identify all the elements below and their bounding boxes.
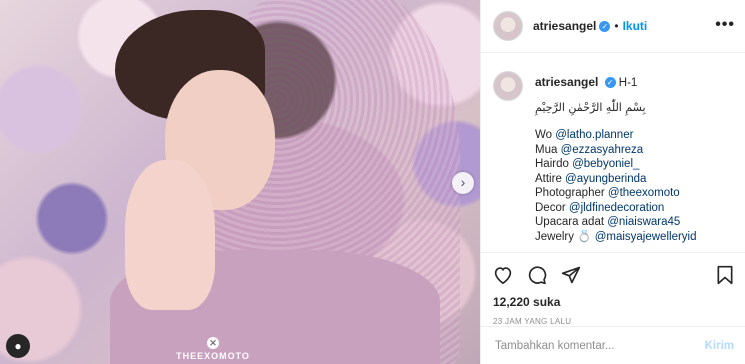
caption-arabic: بِسْمِ اللّٰهِ الرَّحْمٰنِ الرَّحِيْمِ	[535, 100, 646, 114]
credit-line: Hairdo @bebyoniel_	[535, 157, 697, 172]
heart-icon[interactable]	[493, 266, 513, 284]
credit-label: Photographer	[535, 187, 605, 199]
share-icon[interactable]	[561, 265, 581, 285]
more-options-icon[interactable]: •••	[715, 16, 735, 34]
post-side-panel: atriesangel ✓ • Ikuti ••• atriesangel ✓ …	[480, 0, 745, 364]
credit-handle[interactable]: @niaiswara45	[607, 216, 680, 228]
post-photo[interactable]: ✕ THEEXOMOTO › ●	[0, 0, 480, 364]
photo-hands	[125, 160, 215, 310]
credit-handle[interactable]: @latho.planner	[555, 129, 633, 141]
credit-label: Attire	[535, 172, 562, 185]
credit-handle[interactable]: @maisyajewelleryid	[595, 231, 697, 243]
action-icons	[481, 253, 745, 289]
instagram-post: ✕ THEEXOMOTO › ● atriesangel ✓ • Ikuti •…	[0, 0, 745, 364]
photo-watermark: ✕ THEEXOMOTO	[158, 337, 268, 361]
credit-label: Upacara adat	[535, 216, 605, 228]
next-photo-button[interactable]: ›	[452, 172, 474, 194]
credit-line: Wo @latho.planner	[535, 128, 697, 143]
chevron-right-icon: ›	[460, 174, 466, 190]
header-username[interactable]: atriesangel	[533, 19, 596, 33]
credit-handle[interactable]: @ayungberinda	[565, 173, 646, 185]
credit-label: Hairdo	[535, 158, 569, 170]
credit-line: Decor @jldfinedecoration	[535, 201, 697, 216]
credit-line: Attire @ayungberinda	[535, 172, 697, 187]
credit-handle[interactable]: @jldfinedecoration	[569, 202, 664, 214]
x-icon: ✕	[207, 337, 219, 349]
header-separator: •	[614, 19, 619, 33]
credit-line: Mua @ezzasyahreza	[535, 143, 697, 158]
tagged-users-button[interactable]: ●	[6, 334, 30, 358]
caption-credits: Wo @latho.planner Mua @ezzasyahreza Hair…	[535, 128, 697, 244]
post-header: atriesangel ✓ • Ikuti •••	[481, 0, 745, 53]
watermark-text: THEEXOMOTO	[176, 351, 250, 361]
credit-line: Upacara adat @niaiswara45	[535, 215, 697, 230]
caption-username[interactable]: atriesangel	[535, 75, 598, 89]
comment-bar: Kirim	[481, 326, 745, 364]
verified-badge-icon: ✓	[599, 20, 611, 32]
caption-first-line: atriesangel ✓ H-1	[535, 75, 697, 91]
comment-input[interactable]	[493, 338, 705, 353]
bookmark-icon[interactable]	[716, 265, 734, 285]
caption-text: H-1	[618, 77, 638, 89]
verified-badge-icon: ✓	[604, 77, 616, 89]
credit-handle[interactable]: @ezzasyahreza	[561, 144, 644, 156]
send-comment-button[interactable]: Kirim	[705, 340, 734, 352]
post-caption: atriesangel ✓ H-1 بِسْمِ اللّٰهِ الرَّحْ…	[481, 53, 745, 244]
caption-avatar[interactable]	[493, 71, 523, 101]
comment-icon[interactable]	[527, 265, 547, 285]
credit-line: Photographer @theexomoto	[535, 186, 697, 201]
credit-label: Wo	[535, 129, 553, 141]
credit-label: Jewelry 💍	[535, 230, 592, 243]
credit-line: Jewelry 💍 @maisyajewelleryid	[535, 230, 697, 245]
credit-handle[interactable]: @bebyoniel_	[572, 158, 639, 170]
post-timestamp[interactable]: 23 JAM YANG LALU	[481, 309, 745, 326]
credit-handle[interactable]: @theexomoto	[608, 187, 680, 199]
credit-label: Mua	[535, 143, 558, 156]
user-icon: ●	[14, 339, 22, 353]
follow-button[interactable]: Ikuti	[623, 19, 648, 33]
caption-body: atriesangel ✓ H-1 بِسْمِ اللّٰهِ الرَّحْ…	[535, 71, 697, 244]
credit-label: Decor	[535, 201, 566, 214]
like-count[interactable]: 12,220 suka	[481, 289, 745, 309]
header-avatar[interactable]	[493, 11, 523, 41]
